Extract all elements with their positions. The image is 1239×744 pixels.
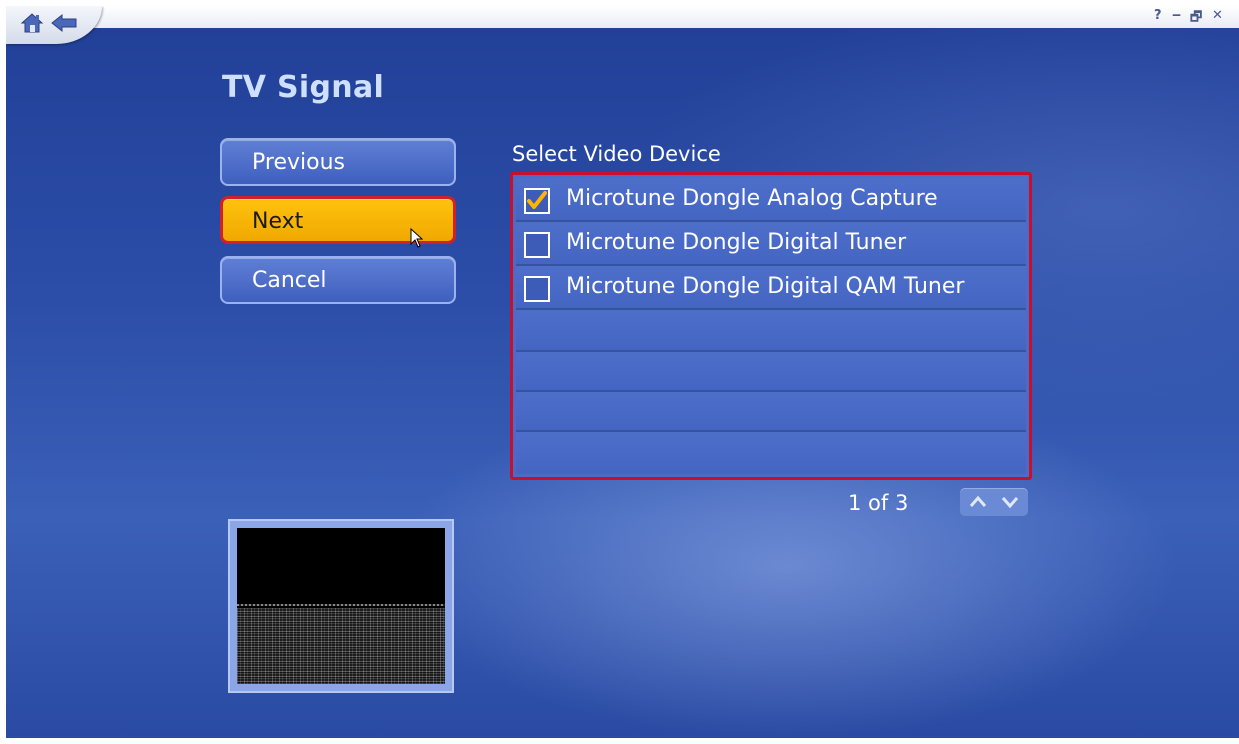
list-item-0[interactable]: Microtune Dongle Analog Capture bbox=[516, 178, 1026, 222]
device-checkbox-1[interactable] bbox=[524, 232, 550, 258]
scroll-up-icon[interactable] bbox=[963, 491, 993, 513]
back-arrow-icon[interactable] bbox=[50, 12, 78, 34]
list-item-1[interactable]: Microtune Dongle Digital Tuner bbox=[516, 222, 1026, 266]
scroll-down-icon[interactable] bbox=[995, 491, 1025, 513]
mouse-cursor-icon bbox=[410, 228, 424, 248]
title-bar: ? ‒ 🗗 ✕ bbox=[6, 6, 1239, 44]
close-icon[interactable]: ✕ bbox=[1212, 8, 1223, 23]
device-checkbox-2[interactable] bbox=[524, 276, 550, 302]
signal-noise bbox=[237, 608, 445, 684]
help-icon[interactable]: ? bbox=[1154, 8, 1162, 23]
empty-row bbox=[516, 352, 1026, 392]
cancel-button[interactable]: Cancel bbox=[220, 256, 456, 304]
device-label-2: Microtune Dongle Digital QAM Tuner bbox=[566, 274, 965, 299]
home-icon[interactable] bbox=[20, 12, 48, 34]
device-list-label: Select Video Device bbox=[512, 142, 721, 166]
device-checkbox-0[interactable] bbox=[524, 188, 550, 214]
title-strip bbox=[66, 6, 1239, 28]
check-icon bbox=[527, 191, 547, 209]
page-indicator: 1 of 3 bbox=[848, 491, 909, 515]
signal-noise-line bbox=[237, 604, 445, 606]
video-preview-screen bbox=[237, 528, 445, 684]
page-title: TV Signal bbox=[222, 70, 385, 105]
device-label-0: Microtune Dongle Analog Capture bbox=[566, 186, 938, 211]
minimize-icon[interactable]: ‒ bbox=[1172, 8, 1181, 23]
empty-row bbox=[516, 432, 1026, 474]
scroll-arrows bbox=[960, 488, 1028, 516]
device-label-1: Microtune Dongle Digital Tuner bbox=[566, 230, 907, 255]
device-list: Microtune Dongle Analog Capture Microtun… bbox=[510, 172, 1032, 480]
empty-row bbox=[516, 310, 1026, 352]
list-item-2[interactable]: Microtune Dongle Digital QAM Tuner bbox=[516, 266, 1026, 310]
empty-row bbox=[516, 392, 1026, 432]
video-preview bbox=[228, 519, 454, 693]
restore-icon[interactable]: 🗗 bbox=[1190, 8, 1202, 30]
media-center-window: ? ‒ 🗗 ✕ TV Signal Previous Next Cancel S… bbox=[6, 6, 1239, 738]
previous-button[interactable]: Previous bbox=[220, 138, 456, 186]
